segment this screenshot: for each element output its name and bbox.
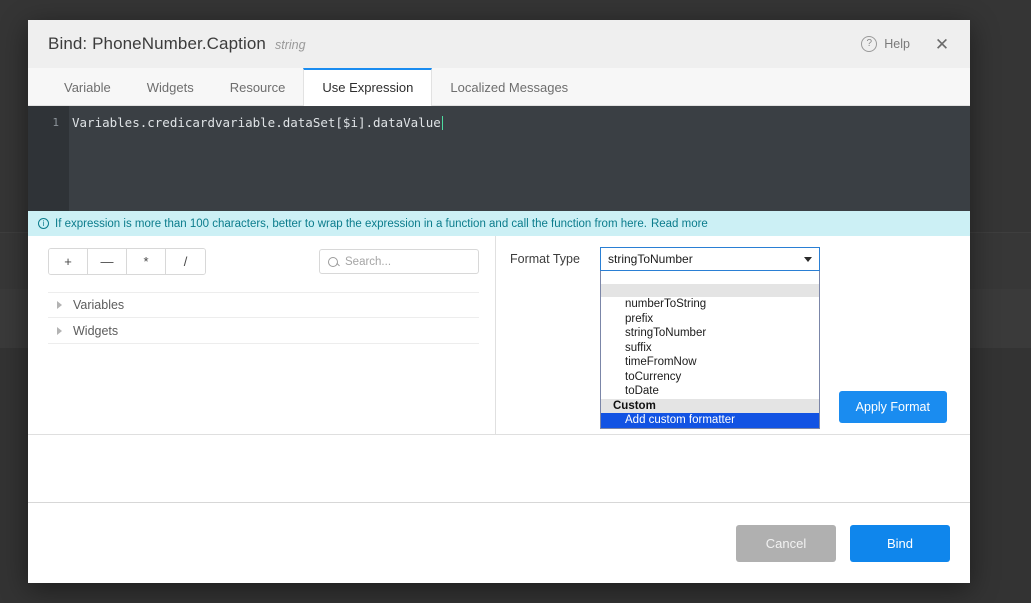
close-icon[interactable]: ✕ [928,30,956,58]
tab-label: Use Expression [322,80,413,95]
tab-resource[interactable]: Resource [212,68,304,105]
bind-dialog: Bind: PhoneNumber.Caption string ? Help … [28,20,970,583]
operator-minus-button[interactable]: — [88,249,127,274]
dropdown-option-tocurrency[interactable]: toCurrency [601,370,819,385]
format-type-label: Format Type [510,252,590,266]
tab-label: Resource [230,80,286,95]
tab-use-expression[interactable]: Use Expression [303,68,432,106]
tree-item-variables[interactable]: Variables [48,292,479,318]
tab-bar: Variable Widgets Resource Use Expression… [28,68,970,106]
format-type-select[interactable]: stringToNumber [600,247,820,271]
dropdown-option-suffix[interactable]: suffix [601,341,819,356]
tab-label: Widgets [147,80,194,95]
expression-builder-pane: + — * / Variables Widgets [28,236,496,434]
operator-toolbar: + — * / [28,236,495,275]
dropdown-option-prefix[interactable]: prefix [601,312,819,327]
dropdown-option-todate[interactable]: toDate [601,384,819,399]
dropdown-option-numbertostring[interactable]: numberToString [601,297,819,312]
format-type-dropdown[interactable]: numberToString prefix stringToNumber suf… [600,271,820,429]
dropdown-blank-option[interactable] [601,271,819,284]
tree-item-label: Widgets [73,324,118,338]
dialog-body: + — * / Variables Widgets [28,236,970,434]
operator-group: + — * / [48,248,206,275]
line-number: 1 [28,114,69,132]
dropdown-option-stringtonumber[interactable]: stringToNumber [601,326,819,341]
operator-plus-button[interactable]: + [49,249,88,274]
search-input[interactable] [345,256,470,268]
dropdown-option-add-custom-formatter[interactable]: Add custom formatter [601,413,819,428]
editor-code-area[interactable]: Variables.credicardvariable.dataSet[$i].… [69,106,970,211]
format-type-value: stringToNumber [608,252,804,266]
tree-item-label: Variables [73,298,124,312]
dialog-footer: Cancel Bind [28,503,970,583]
chevron-right-icon [57,327,62,335]
chevron-down-icon [804,257,812,262]
help-label: Help [884,37,910,51]
tab-label: Variable [64,80,111,95]
expression-tree: Variables Widgets [28,292,495,344]
expression-text: Variables.credicardvariable.dataSet[$i].… [72,114,441,132]
tab-label: Localized Messages [450,80,568,95]
expression-editor[interactable]: 1 Variables.credicardvariable.dataSet[$i… [28,106,970,211]
operator-divide-button[interactable]: / [166,249,205,274]
search-box[interactable] [319,249,479,274]
bind-button[interactable]: Bind [850,525,950,562]
code-line: Variables.credicardvariable.dataSet[$i].… [72,114,970,132]
tab-localized-messages[interactable]: Localized Messages [432,68,586,105]
format-type-row: Format Type stringToNumber numberToStrin… [496,236,970,271]
title-type-hint: string [275,38,306,52]
format-preview-strip [28,434,970,503]
format-pane: Format Type stringToNumber numberToStrin… [496,236,970,434]
operator-multiply-button[interactable]: * [127,249,166,274]
cancel-button[interactable]: Cancel [736,525,836,562]
page-title: Bind: PhoneNumber.Caption [48,34,266,54]
dropdown-group-unnamed [601,284,819,297]
dropdown-group-custom: Custom [601,399,819,414]
format-type-select-wrap: stringToNumber numberToString prefix str… [600,247,820,271]
editor-gutter: 1 [28,106,69,211]
text-caret [442,116,443,130]
question-circle-icon: ? [861,36,877,52]
tree-item-widgets[interactable]: Widgets [48,318,479,344]
dropdown-option-timefromnow[interactable]: timeFromNow [601,355,819,370]
search-icon [328,257,338,267]
chevron-right-icon [57,301,62,309]
read-more-link[interactable]: Read more [651,218,708,230]
tab-variable[interactable]: Variable [46,68,129,105]
apply-format-button[interactable]: Apply Format [839,391,947,423]
info-circle-icon: i [38,218,49,229]
tab-widgets[interactable]: Widgets [129,68,212,105]
info-text: If expression is more than 100 character… [55,218,647,230]
info-banner: i If expression is more than 100 charact… [28,211,970,236]
dialog-header: Bind: PhoneNumber.Caption string ? Help … [28,20,970,68]
help-button[interactable]: ? Help [855,32,916,56]
